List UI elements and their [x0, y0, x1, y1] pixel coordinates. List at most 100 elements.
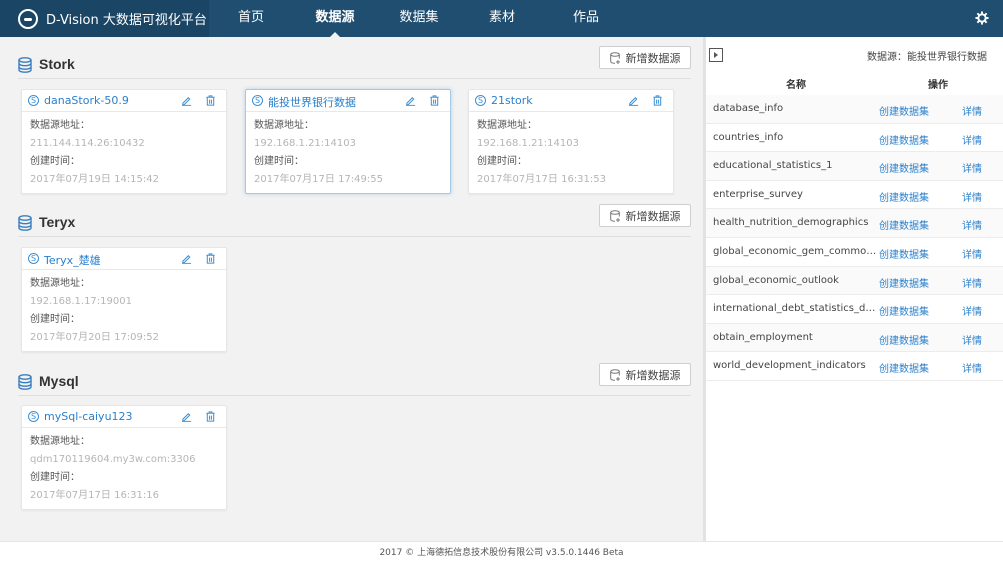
address-label: 数据源地址： — [477, 120, 537, 131]
created-value: 2017年07月20日 17:09:52 — [30, 332, 159, 343]
create-dataset-link[interactable]: 创建数据集 — [879, 303, 929, 318]
top-nav-bar: D-Vision 大数据可视化平台 首页 数据源 数据集 素材 作品 — [0, 0, 1003, 37]
card-name[interactable]: danaStork-50.9 — [44, 94, 129, 107]
detail-link[interactable]: 详情 — [962, 275, 982, 290]
table-row: health_nutrition_demographics 创建数据集 详情 — [706, 209, 1003, 238]
section-mysql: Mysql 新增数据源 — [18, 363, 691, 396]
created-label: 创建时间： — [30, 156, 80, 167]
card-name[interactable]: 能投世界银行数据 — [268, 94, 356, 110]
detail-link[interactable]: 详情 — [962, 132, 982, 147]
edit-icon[interactable] — [405, 95, 416, 106]
address-value: 211.144.114.26:10432 — [30, 138, 145, 149]
address-label: 数据源地址： — [30, 436, 90, 447]
detail-link[interactable]: 详情 — [962, 332, 982, 347]
datasource-card[interactable]: S mySql-caiyu123 数据源地址： qdm170119604.my3… — [21, 405, 227, 510]
trash-icon[interactable] — [205, 253, 216, 264]
create-dataset-link[interactable]: 创建数据集 — [879, 160, 929, 175]
nav-item-dataset[interactable]: 数据集 — [397, 0, 441, 37]
edit-icon[interactable] — [628, 95, 639, 106]
created-label: 创建时间： — [30, 472, 80, 483]
add-datasource-button[interactable]: 新增数据源 — [599, 363, 691, 386]
trash-icon[interactable] — [429, 95, 440, 106]
table-row: countries_info 创建数据集 详情 — [706, 123, 1003, 153]
create-dataset-link[interactable]: 创建数据集 — [879, 332, 929, 347]
created-value: 2017年07月17日 16:31:53 — [477, 174, 606, 185]
address-value: 192.168.1.17:19001 — [30, 296, 132, 307]
edit-icon[interactable] — [181, 95, 192, 106]
detail-link[interactable]: 详情 — [962, 103, 982, 118]
datasource-detail-panel: 数据源：能投世界银行数据 名称 操作 database_info 创建数据集 详… — [706, 37, 1003, 541]
trash-icon[interactable] — [652, 95, 663, 106]
database-icon — [18, 215, 32, 231]
create-dataset-link[interactable]: 创建数据集 — [879, 246, 929, 261]
address-label: 数据源地址： — [254, 120, 314, 131]
datasource-s-icon: S — [475, 95, 486, 106]
add-datasource-button[interactable]: 新增数据源 — [599, 46, 691, 69]
create-dataset-link[interactable]: 创建数据集 — [879, 103, 929, 118]
table-row: global_economic_outlook 创建数据集 详情 — [706, 266, 1003, 296]
card-header: S mySql-caiyu123 — [22, 406, 226, 428]
create-dataset-link[interactable]: 创建数据集 — [879, 360, 929, 375]
edit-icon[interactable] — [181, 411, 192, 422]
create-dataset-link[interactable]: 创建数据集 — [879, 132, 929, 147]
created-value: 2017年07月17日 16:31:16 — [30, 490, 159, 501]
collapse-panel-icon[interactable] — [709, 48, 723, 62]
table-name: obtain_employment — [713, 331, 813, 343]
database-add-icon — [609, 51, 620, 64]
created-value: 2017年07月17日 17:49:55 — [254, 174, 383, 185]
detail-link[interactable]: 详情 — [962, 160, 982, 175]
card-header: S Teryx_楚雄 — [22, 248, 226, 270]
nav-item-home[interactable]: 首页 — [236, 0, 266, 37]
table-name: database_info — [713, 103, 784, 114]
column-header-name: 名称 — [786, 80, 806, 91]
database-add-icon — [609, 209, 620, 222]
datasource-card[interactable]: S 21stork 数据源地址： 192.168.1.21:14103 创建时间… — [468, 89, 674, 194]
gear-icon[interactable] — [975, 11, 989, 25]
add-datasource-label: 新增数据源 — [625, 368, 681, 382]
address-label: 数据源地址： — [30, 278, 90, 289]
create-dataset-link[interactable]: 创建数据集 — [879, 189, 929, 204]
table-name: global_economic_outlook — [713, 274, 839, 286]
card-name[interactable]: 21stork — [491, 94, 533, 107]
column-header-operation: 操作 — [928, 80, 948, 91]
card-header: S 能投世界银行数据 — [246, 90, 450, 112]
footer-text: 2017 © 上海德拓信息技术股份有限公司 v3.5.0.1446 Beta — [379, 548, 624, 558]
nav-item-datasource[interactable]: 数据源 — [313, 0, 357, 37]
datasource-s-icon: S — [252, 95, 263, 106]
address-value: 192.168.1.21:14103 — [477, 138, 579, 149]
card-name[interactable]: mySql-caiyu123 — [44, 410, 133, 423]
detail-link[interactable]: 详情 — [962, 217, 982, 232]
datasource-card-selected[interactable]: S 能投世界银行数据 数据源地址： 192.168.1.21:14103 创建时… — [245, 89, 451, 194]
database-icon — [18, 374, 32, 390]
table-row: database_info 创建数据集 详情 — [706, 95, 1003, 124]
address-label: 数据源地址： — [30, 120, 90, 131]
brand[interactable]: D-Vision 大数据可视化平台 — [0, 0, 209, 37]
trash-icon[interactable] — [205, 95, 216, 106]
nav-item-material[interactable]: 素材 — [487, 0, 517, 37]
create-dataset-link[interactable]: 创建数据集 — [879, 217, 929, 232]
created-value: 2017年07月19日 14:15:42 — [30, 174, 159, 185]
table-name: health_nutrition_demographics — [713, 217, 869, 229]
add-datasource-button[interactable]: 新增数据源 — [599, 204, 691, 227]
created-label: 创建时间： — [477, 156, 527, 167]
edit-icon[interactable] — [181, 253, 192, 264]
card-name[interactable]: Teryx_楚雄 — [44, 252, 101, 268]
detail-link[interactable]: 详情 — [962, 189, 982, 204]
address-value: 192.168.1.21:14103 — [254, 138, 356, 149]
brand-logo-icon — [18, 8, 38, 29]
datasource-main: Stork 新增数据源 S danaStork-50.9 数据源地址： 211.… — [0, 37, 703, 541]
section-title: Mysql — [39, 373, 79, 389]
created-label: 创建时间： — [30, 314, 80, 325]
detail-link[interactable]: 详情 — [962, 246, 982, 261]
nav-item-works[interactable]: 作品 — [571, 0, 601, 37]
table-name: world_development_indicators — [713, 360, 866, 372]
section-title: Teryx — [39, 214, 76, 230]
trash-icon[interactable] — [205, 411, 216, 422]
datasource-card[interactable]: S Teryx_楚雄 数据源地址： 192.168.1.17:19001 创建时… — [21, 247, 227, 352]
create-dataset-link[interactable]: 创建数据集 — [879, 275, 929, 290]
detail-link[interactable]: 详情 — [962, 360, 982, 375]
datasource-card[interactable]: S danaStork-50.9 数据源地址： 211.144.114.26:1… — [21, 89, 227, 194]
card-header: S 21stork — [469, 90, 673, 112]
detail-link[interactable]: 详情 — [962, 303, 982, 318]
address-value: qdm170119604.my3w.com:3306 — [30, 454, 196, 465]
